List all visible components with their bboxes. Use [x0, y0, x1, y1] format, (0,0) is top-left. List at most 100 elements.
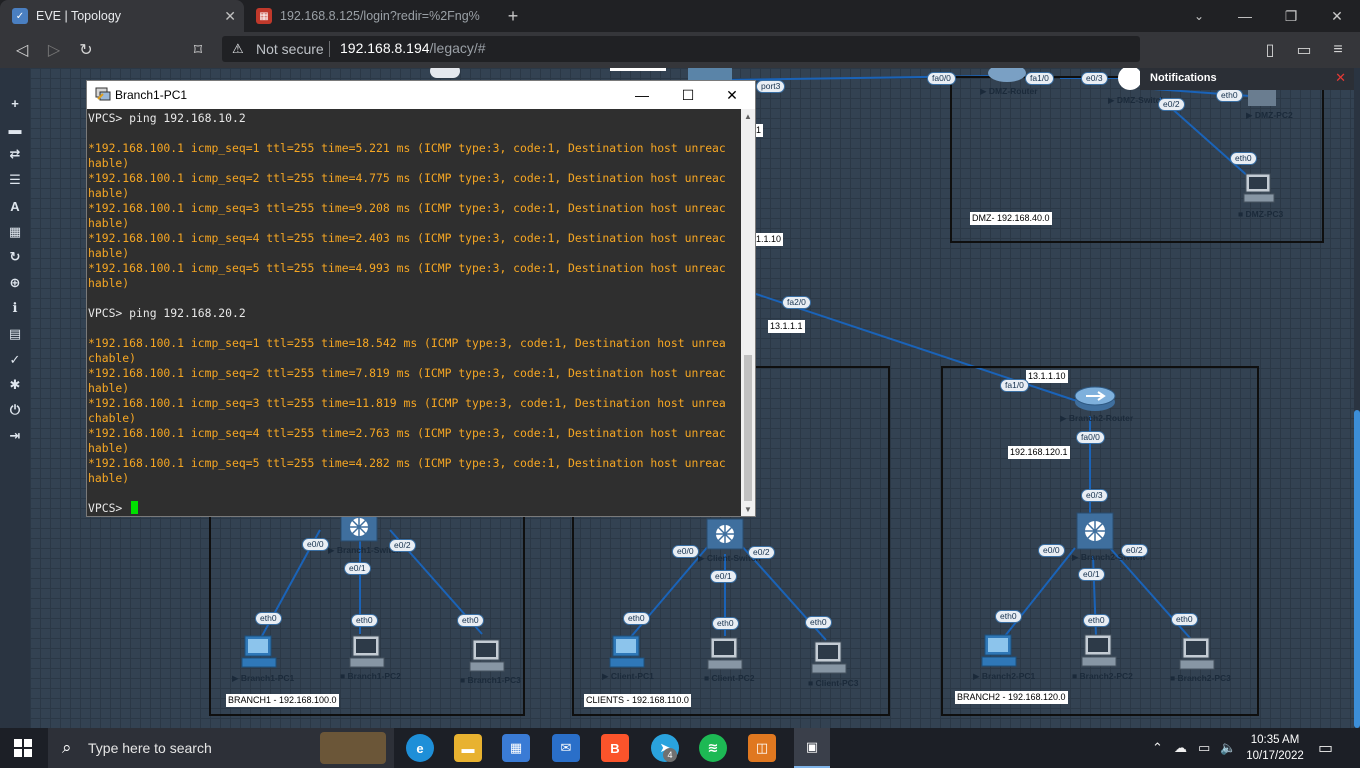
port-label: eth0: [351, 614, 378, 627]
reload-icon[interactable]: ↻: [74, 38, 98, 62]
device-name[interactable]: ■ Branch1-PC3: [460, 675, 521, 685]
terminal-line: hable): [88, 441, 130, 455]
device-name[interactable]: ■ Client-PC3: [808, 678, 858, 688]
switch-icon[interactable]: [706, 518, 744, 550]
terminal-line: *192.168.100.1 icmp_seq=3 ttl=255 time=1…: [88, 396, 726, 410]
terminal-line: *192.168.100.1 icmp_seq=3 ttl=255 time=9…: [88, 201, 726, 215]
device-name[interactable]: ▶ DMZ-PC2: [1246, 110, 1293, 121]
bookmark-icon[interactable]: ⌑: [186, 38, 210, 62]
console-titlebar[interactable]: Branch1-PC1 — ☐ ✕: [87, 81, 755, 109]
forward-icon[interactable]: ▷: [42, 38, 66, 62]
file-explorer-icon[interactable]: ▬: [454, 734, 482, 762]
address-bar[interactable]: ⚠ Not secure 192.168.8.194/legacy/#: [222, 36, 1140, 62]
device-name[interactable]: ■ DMZ-PC3: [1238, 209, 1283, 219]
cloud-icon[interactable]: [430, 68, 460, 78]
maximize-icon[interactable]: ☐: [665, 81, 711, 109]
pc-icon[interactable]: [1080, 633, 1120, 669]
pc-icon[interactable]: [980, 633, 1020, 669]
settings-icon[interactable]: ✱: [6, 376, 24, 394]
terminal-output[interactable]: VPCS> ping 192.168.10.2 *192.168.100.1 ic…: [87, 109, 741, 516]
clock[interactable]: 10:35 AM 10/17/2022: [1244, 732, 1306, 764]
menu-icon[interactable]: ≡: [1326, 38, 1350, 62]
pc-icon[interactable]: [240, 634, 280, 670]
tab-title: EVE | Topology: [36, 9, 122, 23]
taskbar-search[interactable]: ⌕ Type here to search: [48, 728, 394, 768]
list-icon[interactable]: ▤: [6, 325, 24, 343]
device-name[interactable]: ■ Client-PC2: [704, 673, 754, 683]
device-name[interactable]: ▶ Client-PC1: [602, 671, 654, 682]
restore-icon[interactable]: ❐: [1268, 0, 1314, 32]
close-icon[interactable]: ✕: [224, 8, 236, 25]
device-name[interactable]: ▶ Branch2-Router: [1060, 413, 1133, 424]
scroll-up-icon[interactable]: ▲: [741, 109, 755, 123]
canvas-scrollbar[interactable]: [1354, 68, 1360, 728]
terminal-line: hable): [88, 186, 130, 200]
volume-icon[interactable]: 🔈: [1220, 740, 1236, 756]
tab-eve-topology[interactable]: ✓ EVE | Topology ✕: [0, 0, 244, 32]
port-label: e0/2: [1121, 544, 1148, 557]
network-icon[interactable]: ▭: [1198, 740, 1210, 756]
power-icon[interactable]: ⏻: [6, 401, 24, 419]
text-icon[interactable]: A: [6, 197, 24, 215]
eve-icon: ✓: [12, 8, 28, 24]
console-title: Branch1-PC1: [115, 88, 188, 102]
device-name[interactable]: ■ Branch1-PC2: [340, 671, 401, 681]
device-name[interactable]: ▶ Branch2-PC1: [973, 671, 1035, 682]
device-name[interactable]: ▶ DMZ-Switch: [1108, 95, 1166, 106]
close-window-icon[interactable]: ✕: [1314, 0, 1360, 32]
pc-icon[interactable]: [810, 640, 850, 676]
refresh-icon[interactable]: ↻: [6, 248, 24, 266]
notifications-panel[interactable]: Notifications ✕: [1140, 68, 1354, 90]
vmware-icon[interactable]: ◫: [748, 734, 776, 762]
brave-icon[interactable]: B: [601, 734, 629, 762]
pc-icon[interactable]: [706, 636, 746, 672]
scroll-down-icon[interactable]: ▼: [741, 502, 755, 516]
close-icon[interactable]: ✕: [709, 81, 755, 109]
device-name[interactable]: ■ Branch2-PC3: [1170, 673, 1231, 683]
port-label: eth0: [457, 614, 484, 627]
device-name[interactable]: ▶ Branch1-PC1: [232, 673, 294, 684]
networks-icon[interactable]: ⇄: [6, 145, 24, 163]
console-scrollbar[interactable]: ▲ ▼: [741, 109, 755, 516]
device-name[interactable]: ■ Branch2-PC2: [1072, 671, 1133, 681]
edge-icon[interactable]: e: [406, 734, 434, 762]
back-icon[interactable]: ◁: [10, 38, 34, 62]
tab-search-icon[interactable]: ⌄: [1176, 0, 1222, 32]
lock-broken-icon: ▦: [256, 8, 272, 24]
store-icon[interactable]: ▦: [502, 734, 530, 762]
putty-taskbar-icon[interactable]: ▣: [794, 728, 830, 768]
nodes-icon[interactable]: ▬: [6, 120, 24, 138]
weather-icon[interactable]: ☁: [1174, 740, 1187, 756]
device-name[interactable]: ▶ DMZ-Router: [980, 86, 1038, 97]
pc-icon[interactable]: [348, 634, 388, 670]
console-window[interactable]: Branch1-PC1 — ☐ ✕ VPCS> ping 192.168.10.…: [86, 80, 756, 517]
close-icon[interactable]: ✕: [1335, 70, 1346, 86]
port-label: eth0: [255, 612, 282, 625]
new-tab-button[interactable]: +: [490, 0, 536, 32]
telegram-badge: 4: [663, 748, 677, 762]
startup-configs-icon[interactable]: ☰: [6, 171, 24, 189]
wallet-icon[interactable]: ▭: [1292, 38, 1316, 62]
notification-center-icon[interactable]: ▭: [1318, 738, 1333, 758]
add-object-icon[interactable]: +: [6, 94, 24, 112]
mail-icon[interactable]: ✉: [552, 734, 580, 762]
minimize-icon[interactable]: —: [1222, 0, 1268, 32]
spotify-icon[interactable]: ≋: [699, 734, 727, 762]
logout-icon[interactable]: ⇥: [6, 427, 24, 445]
port-label: e0/1: [344, 562, 371, 575]
windows-start-icon[interactable]: [14, 739, 32, 757]
zoom-icon[interactable]: ⊕: [6, 274, 24, 292]
router-icon[interactable]: [1074, 384, 1116, 412]
sidebar-icon[interactable]: ▯: [1258, 38, 1282, 62]
grid-icon[interactable]: ▦: [6, 223, 24, 241]
pc-icon[interactable]: [1178, 636, 1218, 672]
status-icon[interactable]: ✓: [6, 351, 24, 369]
pc-icon[interactable]: [608, 634, 648, 670]
minimize-icon[interactable]: —: [619, 81, 665, 109]
chevron-up-icon[interactable]: ⌃: [1152, 740, 1163, 756]
tab-login[interactable]: ▦ 192.168.8.125/login?redir=%2Fng%2F: [244, 0, 489, 32]
pc-icon[interactable]: [468, 638, 508, 674]
info-icon[interactable]: ℹ: [6, 299, 24, 317]
switch-icon[interactable]: [1076, 512, 1114, 550]
pc-icon[interactable]: [1242, 172, 1276, 204]
